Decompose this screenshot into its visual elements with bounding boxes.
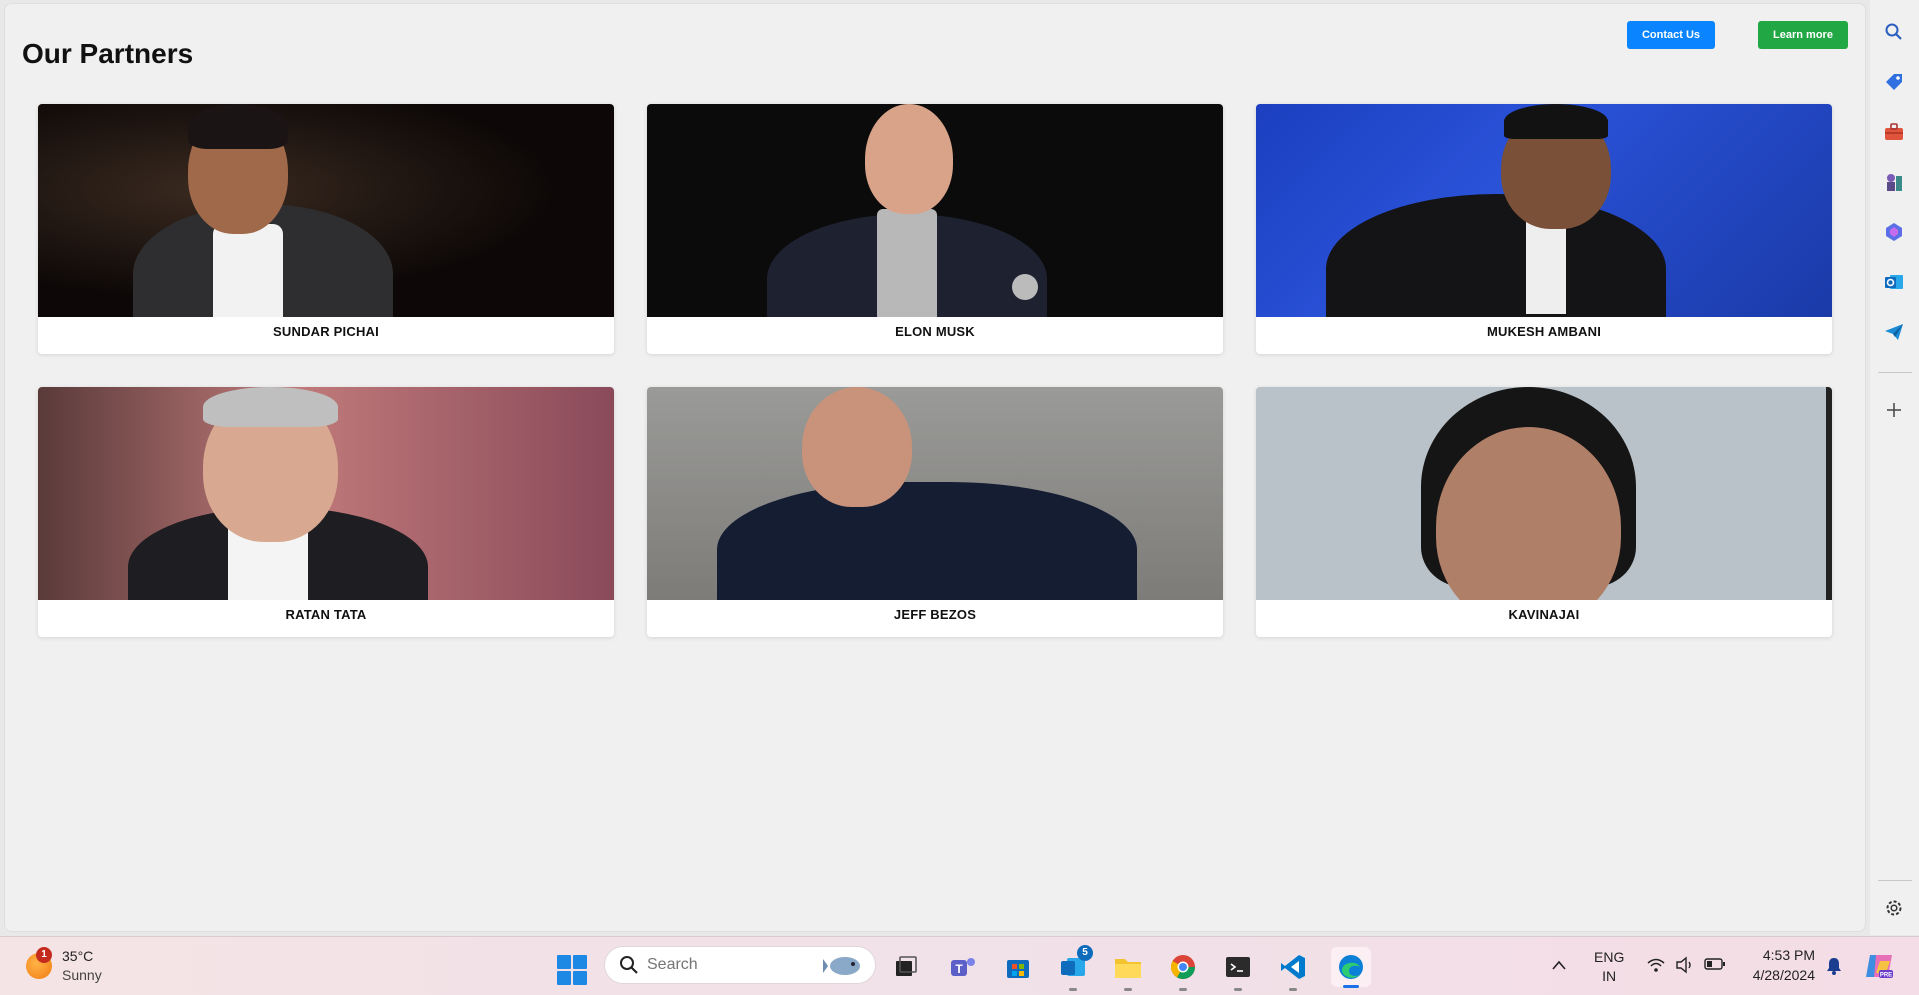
divider	[1878, 880, 1912, 881]
wifi-icon[interactable]	[1646, 957, 1666, 976]
language-indicator[interactable]: ENG IN	[1594, 948, 1624, 986]
learn-more-button[interactable]: Learn more	[1758, 21, 1848, 49]
svg-text:T: T	[955, 962, 963, 976]
partner-card[interactable]: JEFF BEZOS	[647, 387, 1223, 637]
partner-photo	[38, 104, 614, 317]
copilot-taskbar-icon[interactable]: PRE	[1864, 951, 1894, 984]
partner-card[interactable]: MUKESH AMBANI	[1256, 104, 1832, 354]
settings-icon[interactable]	[1882, 896, 1906, 920]
teams-icon[interactable]: T	[947, 951, 979, 983]
briefcase-icon[interactable]	[1882, 120, 1906, 144]
partner-name: JEFF BEZOS	[893, 607, 977, 622]
file-explorer-icon[interactable]	[1112, 951, 1144, 991]
search-input[interactable]	[647, 956, 797, 974]
chevron-up-icon[interactable]	[1552, 957, 1566, 973]
partner-photo	[1256, 387, 1832, 600]
notification-bell-icon[interactable]	[1825, 956, 1843, 979]
browser-viewport: Our Partners Contact Us Learn more SUNDA…	[5, 4, 1865, 931]
partner-card[interactable]: SUNDAR PICHAI	[38, 104, 614, 354]
bing-fish-icon	[823, 957, 860, 975]
partner-photo	[1256, 104, 1832, 317]
partner-card[interactable]: KAVINAJAI	[1256, 387, 1832, 637]
weather-widget[interactable]: 1 35°C Sunny	[26, 947, 102, 985]
partner-name: RATAN TATA	[285, 607, 367, 622]
taskbar-search[interactable]	[604, 946, 876, 984]
region-code: IN	[1602, 968, 1617, 984]
partner-name: KAVINAJAI	[1508, 607, 1580, 622]
temperature: 35°C	[62, 948, 94, 964]
active-indicator	[1343, 985, 1359, 988]
clock-time: 4:53 PM	[1762, 947, 1815, 963]
partner-name: SUNDAR PICHAI	[273, 324, 379, 339]
store-icon[interactable]	[1002, 951, 1034, 983]
tag-icon[interactable]	[1882, 70, 1906, 94]
partner-photo	[647, 387, 1223, 600]
browser-sidebar	[1870, 0, 1919, 935]
partners-grid: SUNDAR PICHAI ELON MUSK MUKESH AMBANI RA…	[38, 104, 1832, 637]
battery-icon[interactable]	[1704, 957, 1726, 974]
vscode-icon[interactable]	[1277, 951, 1309, 991]
partner-name: ELON MUSK	[895, 324, 975, 339]
partner-card[interactable]: ELON MUSK	[647, 104, 1223, 354]
terminal-icon[interactable]	[1222, 951, 1254, 991]
chess-icon[interactable]	[1882, 170, 1906, 194]
partner-photo	[38, 387, 614, 600]
task-view-icon[interactable]	[890, 951, 922, 983]
add-icon[interactable]	[1882, 398, 1906, 422]
partner-photo	[647, 104, 1223, 317]
search-icon	[620, 956, 638, 974]
clock-date: 4/28/2024	[1752, 967, 1815, 983]
running-indicator	[1234, 988, 1242, 991]
partner-name: MUKESH AMBANI	[1486, 324, 1602, 339]
running-indicator	[1179, 988, 1187, 991]
partner-card[interactable]: RATAN TATA	[38, 387, 614, 637]
running-indicator	[1124, 988, 1132, 991]
chrome-icon[interactable]	[1167, 951, 1199, 991]
weather-condition: Sunny	[62, 967, 102, 983]
copilot-icon[interactable]	[1882, 220, 1906, 244]
notification-badge: 1	[36, 947, 52, 963]
running-indicator	[1069, 988, 1077, 991]
taskbar: 1 35°C Sunny T 5	[0, 936, 1919, 995]
edge-icon[interactable]	[1331, 947, 1371, 988]
sun-icon: 1	[26, 947, 52, 979]
outlook-badge: 5	[1077, 945, 1093, 961]
divider	[1878, 372, 1912, 373]
svg-text:PRE: PRE	[1880, 973, 1892, 979]
contact-us-button[interactable]: Contact Us	[1627, 21, 1715, 49]
page-title: Our Partners	[22, 38, 194, 69]
running-indicator	[1289, 988, 1297, 991]
system-clock[interactable]: 4:53 PM 4/28/2024	[1740, 945, 1815, 985]
volume-icon[interactable]	[1675, 956, 1695, 977]
outlook-icon[interactable]	[1882, 270, 1906, 294]
microphone-icon	[1012, 274, 1038, 300]
send-icon[interactable]	[1882, 320, 1906, 344]
outlook-taskbar-icon[interactable]: 5	[1057, 945, 1093, 991]
language-code: ENG	[1594, 949, 1625, 965]
search-icon[interactable]	[1882, 20, 1906, 44]
windows-start-icon[interactable]	[557, 955, 587, 985]
